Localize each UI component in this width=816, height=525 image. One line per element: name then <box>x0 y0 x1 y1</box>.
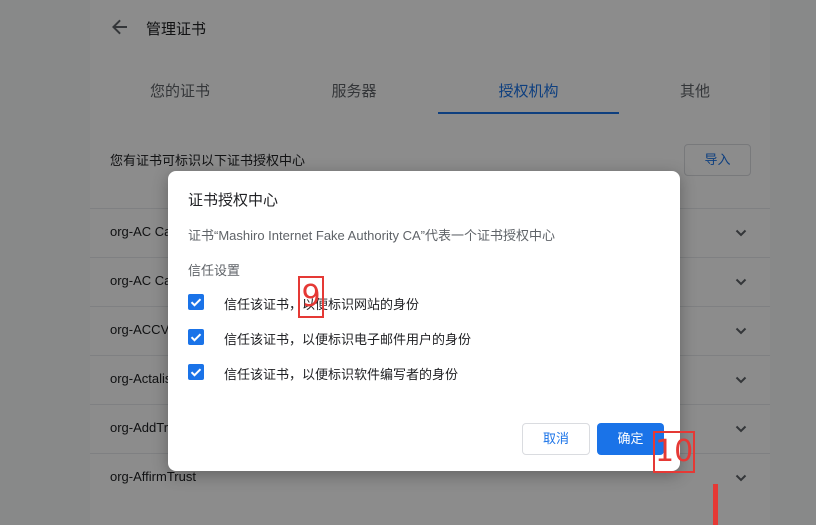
trust-email-label: 信任该证书，以便标识电子邮件用户的身份 <box>224 332 472 347</box>
trust-email-checkbox[interactable] <box>188 329 204 345</box>
trust-software-checkbox[interactable] <box>188 364 204 380</box>
annotation-marker-9: 9 <box>298 276 324 318</box>
annotation-marker-line <box>713 484 718 525</box>
certificate-authority-dialog: 证书授权中心 证书“Mashiro Internet Fake Authorit… <box>168 171 680 471</box>
annotation-marker-10: 10 <box>653 431 695 473</box>
cancel-button[interactable]: 取消 <box>522 423 590 455</box>
dialog-description: 证书“Mashiro Internet Fake Authority CA”代表… <box>188 228 555 243</box>
trust-settings-heading: 信任设置 <box>188 263 241 278</box>
trust-software-label: 信任该证书，以便标识软件编写者的身份 <box>224 367 459 382</box>
trust-websites-checkbox[interactable] <box>188 294 204 310</box>
dialog-title: 证书授权中心 <box>188 192 279 209</box>
